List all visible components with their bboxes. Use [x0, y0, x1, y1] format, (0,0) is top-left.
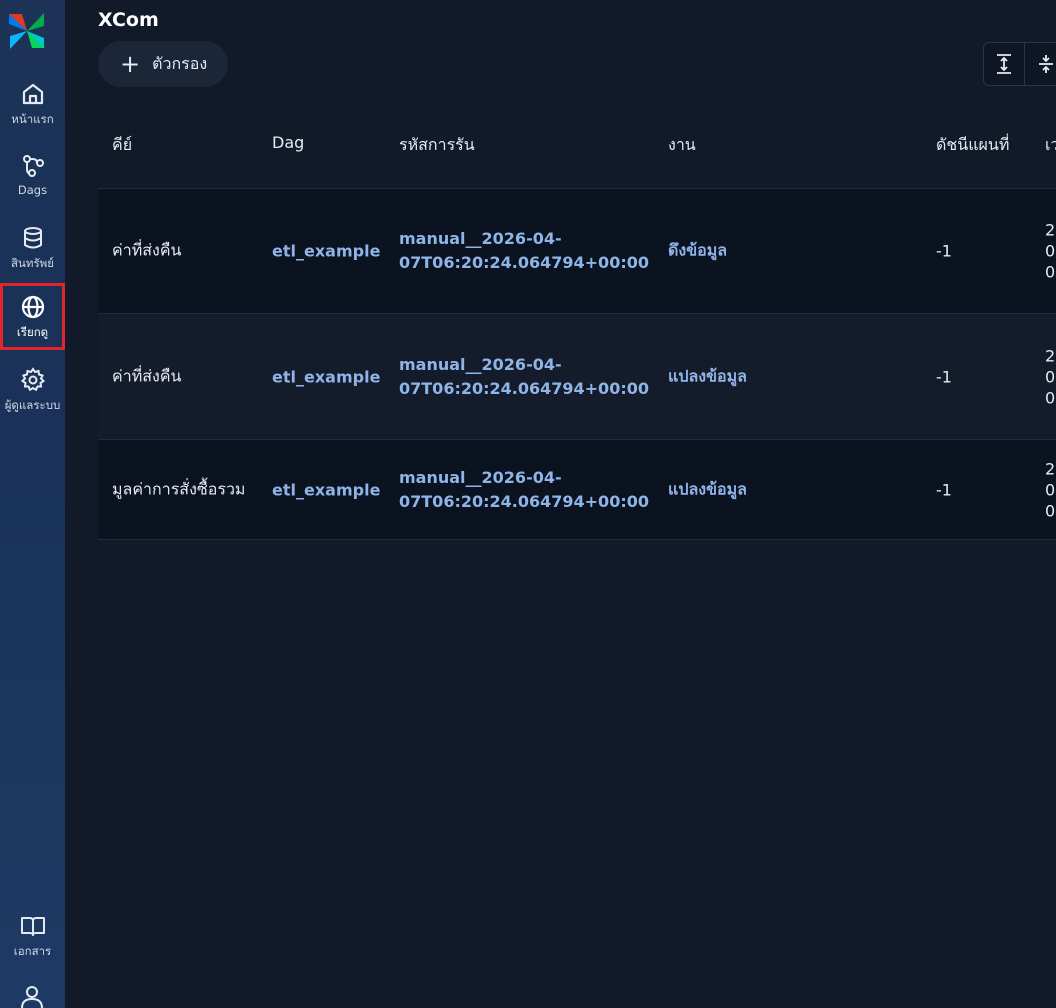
sidebar-item-label: ผู้ดูแลระบบ	[4, 398, 61, 412]
run-id-part: 07T06:20:24.064794+00:00	[399, 378, 649, 398]
timestamp-part: 0	[1045, 262, 1056, 282]
sidebar-item-dags[interactable]: Dags	[0, 146, 65, 212]
expand-vertical-icon	[997, 54, 1011, 74]
cell-task-link[interactable]: แปลงข้อมูล	[668, 477, 747, 502]
airflow-logo[interactable]	[6, 10, 48, 52]
gear-icon	[20, 367, 45, 392]
database-icon	[23, 227, 42, 249]
timestamp-part: 2	[1045, 459, 1056, 478]
filter-button-label: ตัวกรอง	[152, 53, 208, 73]
run-id-part: 07T06:20:24.064794+00:00	[399, 253, 649, 272]
cell-key: ค่าที่ส่งคืน	[112, 240, 182, 260]
run-id-part: manual__2026-04-	[399, 229, 562, 248]
column-header-key[interactable]: คีย์	[112, 133, 132, 158]
expand-rows-button[interactable]	[984, 43, 1025, 85]
sidebar-item-home[interactable]: หน้าแรก	[0, 74, 65, 140]
cell-run-id-link[interactable]: manual__2026-04- 07T06:20:24.064794+00:00	[399, 466, 649, 514]
cell-key: ค่าที่ส่งคืน	[112, 366, 182, 385]
collapse-rows-button[interactable]	[1025, 43, 1056, 85]
cell-map-index: -1	[936, 480, 952, 499]
column-header-timestamp[interactable]: เว	[1045, 133, 1056, 158]
home-icon	[22, 83, 43, 105]
sidebar-item-label: สินทรัพย์	[11, 256, 54, 270]
cell-timestamp: 2 0 0	[1045, 345, 1055, 408]
user-icon[interactable]	[18, 984, 46, 1008]
sidebar-item-label: Dags	[17, 183, 48, 197]
column-header-dag[interactable]: Dag	[272, 133, 304, 152]
timestamp-part: 0	[1045, 367, 1056, 386]
run-id-part: 07T06:20:24.064794+00:00	[399, 491, 649, 511]
book-icon	[20, 917, 45, 936]
sidebar: หน้าแรก Dags สินทรัพย์ เรียกดู ผู้ดูแลระ…	[0, 0, 65, 1008]
filter-button[interactable]: + ตัวกรอง	[98, 41, 228, 87]
dags-icon	[22, 155, 44, 177]
page-title: XCom	[98, 9, 159, 31]
cell-dag-link[interactable]: etl_example	[272, 480, 380, 499]
timestamp-part: 2	[1045, 220, 1056, 240]
cell-timestamp: 200	[1045, 220, 1055, 283]
cell-task-link[interactable]: ดึงข้อมูล	[668, 239, 727, 264]
collapse-vertical-icon	[1038, 55, 1053, 73]
cell-timestamp: 2 0 0	[1045, 458, 1055, 521]
active-item-highlight	[0, 283, 65, 350]
plus-icon: +	[120, 50, 141, 78]
cell-run-id-link[interactable]: manual__2026-04- 07T06:20:24.064794+00:00	[399, 353, 649, 401]
sidebar-item-label: หน้าแรก	[11, 112, 54, 126]
sidebar-item-admin[interactable]: ผู้ดูแลระบบ	[0, 360, 65, 426]
cell-dag-link[interactable]: etl_example	[272, 367, 380, 386]
run-id-part: manual__2026-04-	[399, 354, 562, 374]
table-header: คีย์ Dag รหัสการรัน งาน ดัชนีแผนที่ เว	[98, 100, 1056, 188]
table-row: ค่าที่ส่งคืน etl_example manual__2026-04…	[98, 188, 1056, 313]
main-content: XCom + ตัวกรอง คีย์ Dag รหัสการรัน งาน ด…	[65, 0, 1056, 1008]
sidebar-item-docs[interactable]: เอกสาร	[0, 906, 65, 972]
table-row: ค่าที่ส่งคืน etl_example manual__2026-04…	[98, 313, 1056, 439]
density-toolbar	[983, 42, 1056, 86]
timestamp-part: 2	[1045, 346, 1056, 365]
cell-map-index: -1	[936, 367, 952, 386]
cell-key: มูลค่าการสั่งซื้อรวม	[112, 479, 246, 498]
cell-run-id-link[interactable]: manual__2026-04- 07T06:20:24.064794+00:00	[399, 227, 649, 275]
column-header-task[interactable]: งาน	[668, 133, 696, 158]
run-id-part: manual__2026-04-	[399, 467, 562, 487]
column-header-map-index[interactable]: ดัชนีแผนที่	[936, 133, 1009, 158]
sidebar-item-assets[interactable]: สินทรัพย์	[0, 218, 65, 284]
sidebar-item-label: เอกสาร	[13, 944, 52, 958]
cell-map-index: -1	[936, 241, 952, 261]
cell-dag-link[interactable]: etl_example	[272, 242, 380, 261]
timestamp-part: 0	[1045, 501, 1056, 520]
table-row: มูลค่าการสั่งซื้อรวม etl_example manual_…	[98, 439, 1056, 540]
timestamp-part: 0	[1045, 388, 1056, 407]
cell-task-link[interactable]: แปลงข้อมูล	[668, 364, 747, 389]
column-header-run-id[interactable]: รหัสการรัน	[399, 133, 475, 158]
timestamp-part: 0	[1045, 241, 1056, 261]
timestamp-part: 0	[1045, 480, 1056, 499]
xcom-table: คีย์ Dag รหัสการรัน งาน ดัชนีแผนที่ เว ค…	[98, 100, 1056, 540]
